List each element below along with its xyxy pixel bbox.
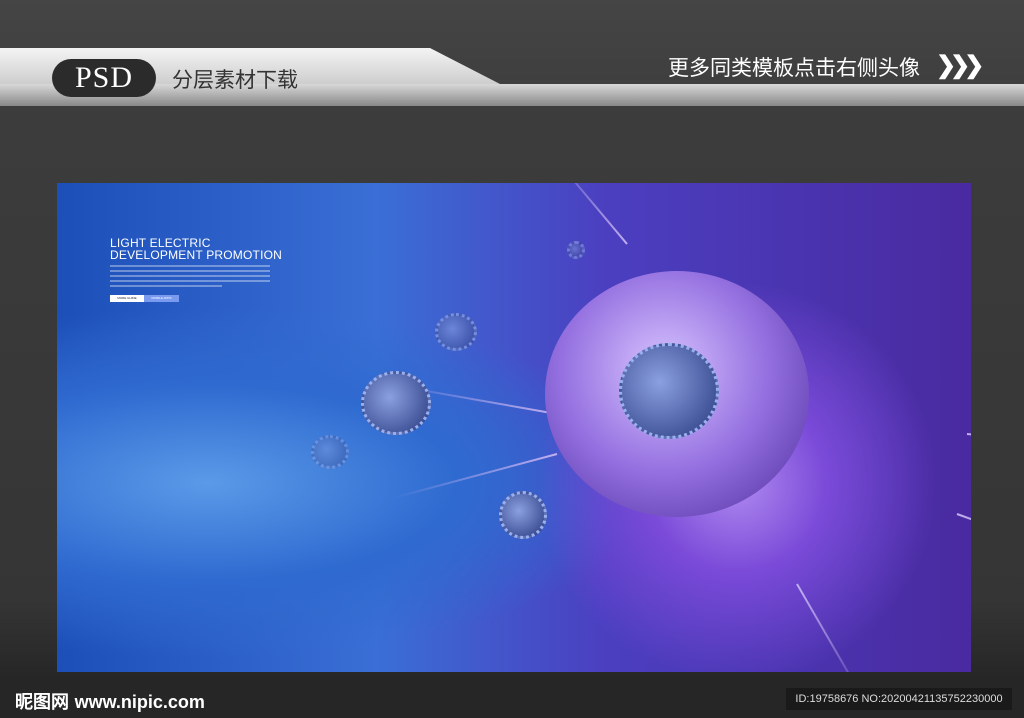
title-line-2: DEVELOPMENT PROMOTION [110, 248, 283, 262]
logo-cn: 昵图网 [15, 692, 69, 712]
virus [435, 313, 477, 351]
logo-url: www.nipic.com [74, 692, 205, 712]
virus [619, 343, 719, 439]
virus [311, 435, 349, 469]
tendril [796, 583, 868, 672]
header-banner-lower [0, 84, 1024, 106]
virus [567, 241, 585, 259]
header-subtitle: 分层素材下载 [172, 69, 298, 92]
poster-image: LIGHT ELECTRIC DEVELOPMENT PROMOTION MORE… [57, 183, 971, 672]
nipic-logo: 昵图网 www.nipic.com [15, 688, 205, 714]
poster-title: LIGHT ELECTRIC DEVELOPMENT PROMOTION [110, 237, 282, 261]
virus [499, 491, 547, 539]
mobile-apps-button[interactable]: MOBILE APPS [144, 295, 179, 302]
virus [361, 371, 431, 435]
tendril [549, 183, 628, 245]
more-guide-button[interactable]: MORE GUIDE [110, 295, 144, 302]
body-text [110, 265, 270, 290]
image-id: ID:19758676 NO:20200421135752230000 [786, 688, 1012, 710]
chevron-right-icon[interactable]: ❯❯❯ [936, 51, 984, 80]
tendril [956, 513, 971, 584]
psd-badge: PSD [52, 59, 156, 97]
more-templates-link[interactable]: 更多同类模板点击右侧头像 [668, 52, 920, 82]
tendril [966, 433, 971, 452]
